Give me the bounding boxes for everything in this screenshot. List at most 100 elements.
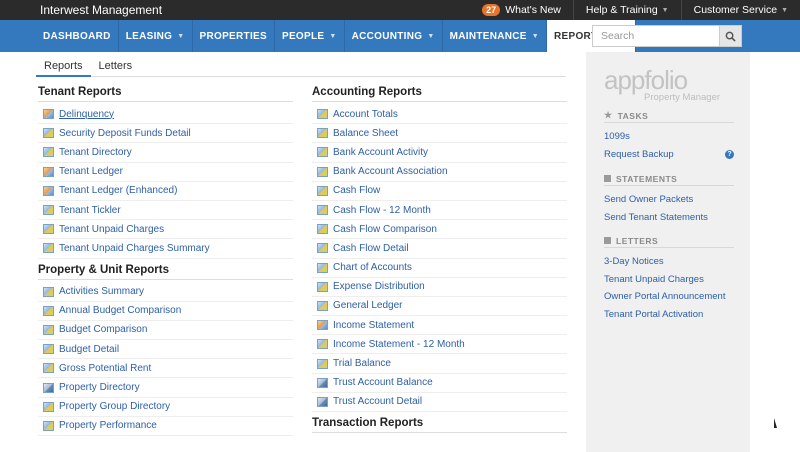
report-link[interactable]: Cash Flow Detail [312, 239, 567, 259]
help-icon[interactable]: ? [725, 149, 734, 159]
report-icon [317, 300, 328, 311]
whats-new-link[interactable]: 27 What's New [470, 0, 573, 20]
nav-people[interactable]: PEOPLE ▼ [275, 20, 345, 52]
search-icon [725, 31, 736, 42]
report-link[interactable]: Tenant Directory [38, 143, 293, 163]
report-link[interactable]: Tenant Ledger [38, 163, 293, 182]
report-link[interactable]: Tenant Tickler [38, 201, 293, 221]
nav-dashboard[interactable]: DASHBOARD [36, 20, 119, 52]
tenant-reports-list: Delinquency Security Deposit Funds Detai… [38, 105, 293, 259]
report-link[interactable]: Tenant Unpaid Charges Summary [38, 239, 293, 259]
report-icon [43, 147, 54, 158]
letters-list: 3-Day Notices Tenant Unpaid Charges Owne… [604, 253, 734, 323]
star-icon: ★ [604, 110, 613, 120]
chevron-down-icon: ▼ [329, 32, 337, 40]
logo-subtitle: Property Manager [644, 92, 721, 103]
company-name: Interwest Management [40, 3, 163, 17]
main-nav: DASHBOARD LEASING ▼ PROPERTIES PEOPLE ▼ AC… [36, 20, 637, 52]
task-link[interactable]: Request Backup? [604, 146, 734, 164]
mouse-cursor-icon [774, 418, 777, 428]
report-icon [43, 324, 54, 335]
report-icon [317, 205, 328, 216]
search-input[interactable] [593, 26, 719, 46]
report-link[interactable]: Security Deposit Funds Detail [38, 124, 293, 144]
report-link[interactable]: Bank Account Association [312, 163, 567, 182]
statement-link[interactable]: Send Tenant Statements [604, 209, 734, 227]
report-link[interactable]: Delinquency [38, 105, 293, 125]
report-icon [43, 205, 54, 216]
report-link[interactable]: Gross Potential Rent [38, 359, 293, 379]
whats-new-count-badge: 27 [482, 4, 501, 16]
report-icon [43, 363, 54, 374]
statements-list: Send Owner Packets Send Tenant Statement… [604, 191, 734, 226]
report-link[interactable]: Income Statement - 12 Month [312, 335, 567, 355]
report-link[interactable]: Bank Account Activity [312, 143, 567, 163]
chevron-down-icon: ▼ [781, 6, 788, 14]
task-link[interactable]: 1099s [604, 128, 734, 146]
report-icon [317, 147, 328, 158]
report-icon [43, 128, 54, 139]
report-link[interactable]: Annual Budget Comparison [38, 302, 293, 321]
report-link[interactable]: Cash Flow [312, 182, 567, 201]
letter-link[interactable]: Owner Portal Announcement [604, 288, 734, 306]
help-training-menu[interactable]: Help & Training ▼ [572, 0, 681, 20]
report-icon [317, 128, 328, 139]
report-link[interactable]: Budget Detail [38, 340, 293, 360]
right-sidebar: appfolio Property Manager ★ TASKS 1099s R… [586, 52, 750, 452]
help-training-label: Help & Training [585, 4, 658, 16]
tasks-list: 1099s Request Backup? [604, 128, 734, 163]
accounting-reports-list: Account Totals Balance Sheet Bank Accoun… [312, 105, 567, 412]
report-link[interactable]: Income Statement [312, 316, 567, 336]
report-link[interactable]: Expense Distribution [312, 278, 567, 297]
report-icon [317, 396, 328, 407]
report-icon [317, 358, 328, 369]
report-link[interactable]: Budget Comparison [38, 321, 293, 341]
statement-link[interactable]: Send Owner Packets [604, 191, 734, 209]
nav-accounting[interactable]: ACCOUNTING ▼ [345, 20, 443, 52]
chevron-down-icon: ▼ [177, 32, 185, 40]
report-icon [317, 262, 328, 273]
chevron-down-icon: ▼ [531, 32, 540, 40]
document-icon [604, 175, 611, 182]
chevron-down-icon: ▼ [427, 32, 435, 40]
report-link[interactable]: Account Totals [312, 105, 567, 125]
report-link[interactable]: Property Group Directory [38, 398, 293, 417]
report-link[interactable]: Balance Sheet [312, 124, 567, 144]
report-icon [43, 286, 54, 297]
left-column: Tenant Reports Delinquency Security Depo… [38, 86, 293, 436]
report-link[interactable]: General Ledger [312, 297, 567, 317]
letter-link[interactable]: Tenant Unpaid Charges [604, 271, 734, 289]
document-icon [604, 237, 611, 244]
tenant-reports-title: Tenant Reports [38, 86, 293, 102]
letter-link[interactable]: Tenant Portal Activation [604, 306, 734, 324]
nav-properties[interactable]: PROPERTIES [193, 20, 275, 52]
report-icon [317, 243, 328, 254]
report-icon [43, 382, 54, 393]
report-icon [43, 420, 54, 431]
report-link[interactable]: Tenant Unpaid Charges [38, 220, 293, 240]
report-link[interactable]: Cash Flow Comparison [312, 220, 567, 240]
tab-letters[interactable]: Letters [91, 60, 141, 77]
search-button[interactable] [719, 26, 741, 46]
report-link[interactable]: Trial Balance [312, 354, 567, 374]
report-link[interactable]: Property Performance [38, 417, 293, 436]
report-icon [317, 339, 328, 350]
report-link[interactable]: Tenant Ledger (Enhanced) [38, 182, 293, 201]
tab-reports[interactable]: Reports [36, 60, 91, 77]
customer-service-menu[interactable]: Customer Service ▼ [680, 0, 800, 20]
accounting-reports-title: Accounting Reports [312, 86, 567, 102]
report-link[interactable]: Trust Account Detail [312, 393, 567, 412]
property-reports-list: Activities Summary Annual Budget Compari… [38, 283, 293, 436]
report-link[interactable]: Property Directory [38, 378, 293, 398]
report-icon [43, 401, 54, 412]
report-link[interactable]: Chart of Accounts [312, 259, 567, 278]
nav-maintenance[interactable]: MAINTENANCE ▼ [443, 20, 548, 52]
letters-heading: LETTERS [604, 234, 734, 248]
nav-leasing[interactable]: LEASING ▼ [119, 20, 193, 52]
report-link[interactable]: Trust Account Balance [312, 374, 567, 393]
tasks-heading: ★ TASKS [604, 109, 734, 123]
page-margin [750, 52, 800, 452]
letter-link[interactable]: 3-Day Notices [604, 253, 734, 271]
report-link[interactable]: Cash Flow - 12 Month [312, 201, 567, 221]
report-link[interactable]: Activities Summary [38, 283, 293, 302]
